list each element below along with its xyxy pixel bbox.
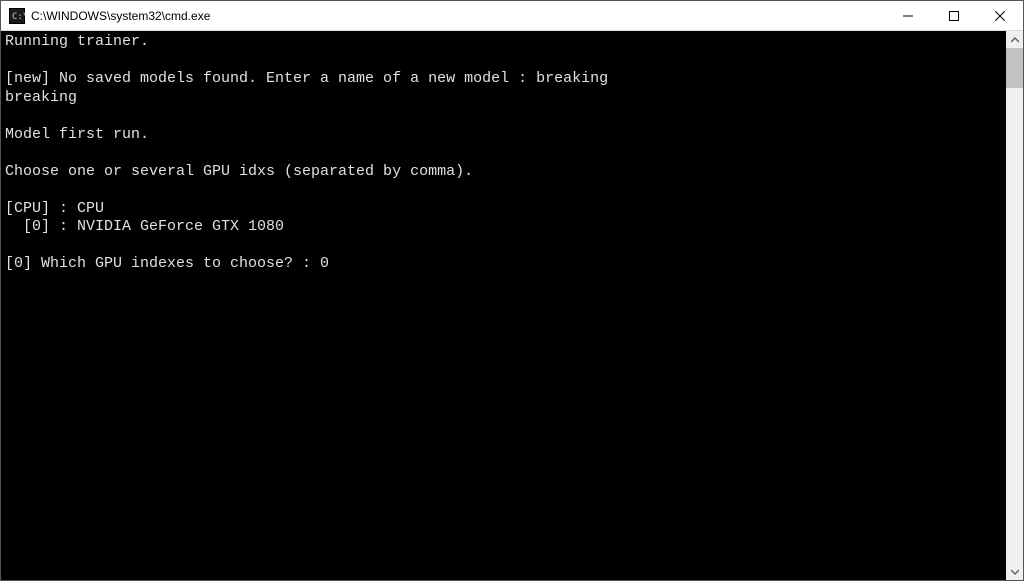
- svg-text:C:\: C:\: [12, 12, 25, 22]
- scroll-track[interactable]: [1006, 48, 1023, 563]
- scroll-down-button[interactable]: [1006, 563, 1023, 580]
- maximize-icon: [949, 11, 959, 21]
- window-title: C:\WINDOWS\system32\cmd.exe: [31, 9, 210, 23]
- window-controls: [885, 1, 1023, 30]
- terminal-output[interactable]: Running trainer. [new] No saved models f…: [1, 31, 1006, 580]
- chevron-up-icon: [1011, 36, 1019, 44]
- cmd-icon: C:\: [9, 8, 25, 24]
- scroll-up-button[interactable]: [1006, 31, 1023, 48]
- content-area: Running trainer. [new] No saved models f…: [1, 31, 1023, 580]
- maximize-button[interactable]: [931, 1, 977, 30]
- minimize-button[interactable]: [885, 1, 931, 30]
- titlebar[interactable]: C:\ C:\WINDOWS\system32\cmd.exe: [1, 1, 1023, 31]
- scroll-thumb[interactable]: [1006, 48, 1023, 88]
- close-button[interactable]: [977, 1, 1023, 30]
- close-icon: [995, 11, 1005, 21]
- vertical-scrollbar[interactable]: [1006, 31, 1023, 580]
- minimize-icon: [903, 11, 913, 21]
- cmd-window: C:\ C:\WINDOWS\system32\cmd.exe: [0, 0, 1024, 581]
- chevron-down-icon: [1011, 568, 1019, 576]
